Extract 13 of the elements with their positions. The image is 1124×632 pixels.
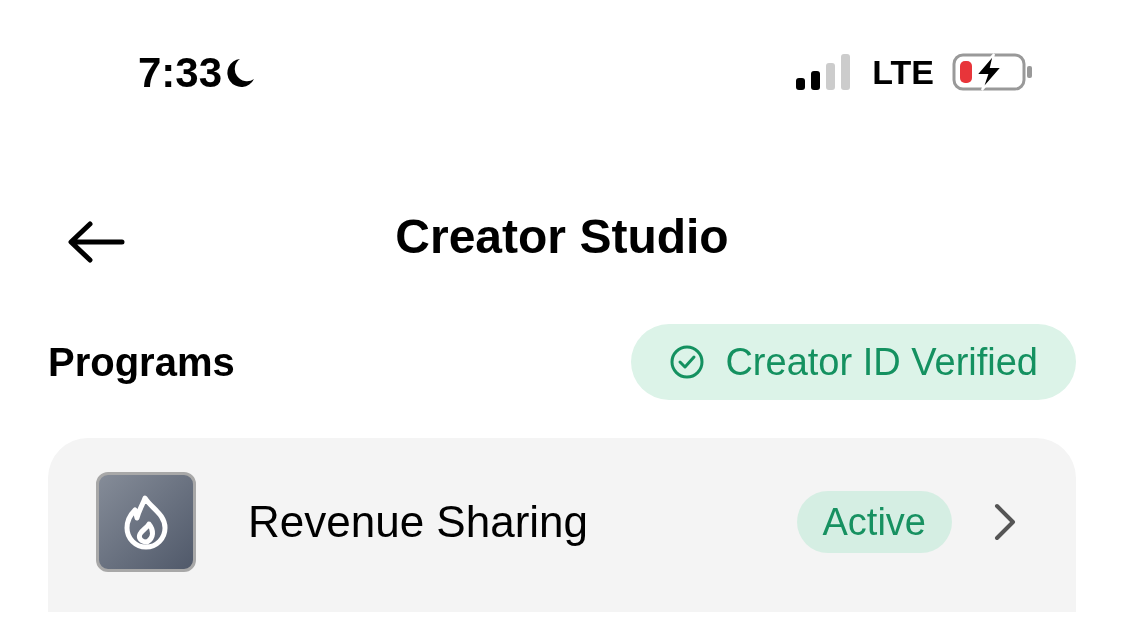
check-circle-icon xyxy=(669,344,706,380)
status-time: 7:33 xyxy=(138,52,223,94)
section-title: Programs xyxy=(48,339,235,386)
network-label: LTE xyxy=(872,55,934,89)
battery-charging-icon xyxy=(952,52,1034,92)
chevron-right-icon xyxy=(992,502,1018,542)
back-arrow-icon[interactable] xyxy=(66,220,126,264)
flame-icon xyxy=(96,472,196,572)
moon-icon xyxy=(226,57,257,89)
verified-badge: Creator ID Verified xyxy=(631,324,1076,400)
program-label: Revenue Sharing xyxy=(248,496,589,548)
page-title: Creator Studio xyxy=(395,209,729,265)
status-badge: Active xyxy=(796,491,952,553)
